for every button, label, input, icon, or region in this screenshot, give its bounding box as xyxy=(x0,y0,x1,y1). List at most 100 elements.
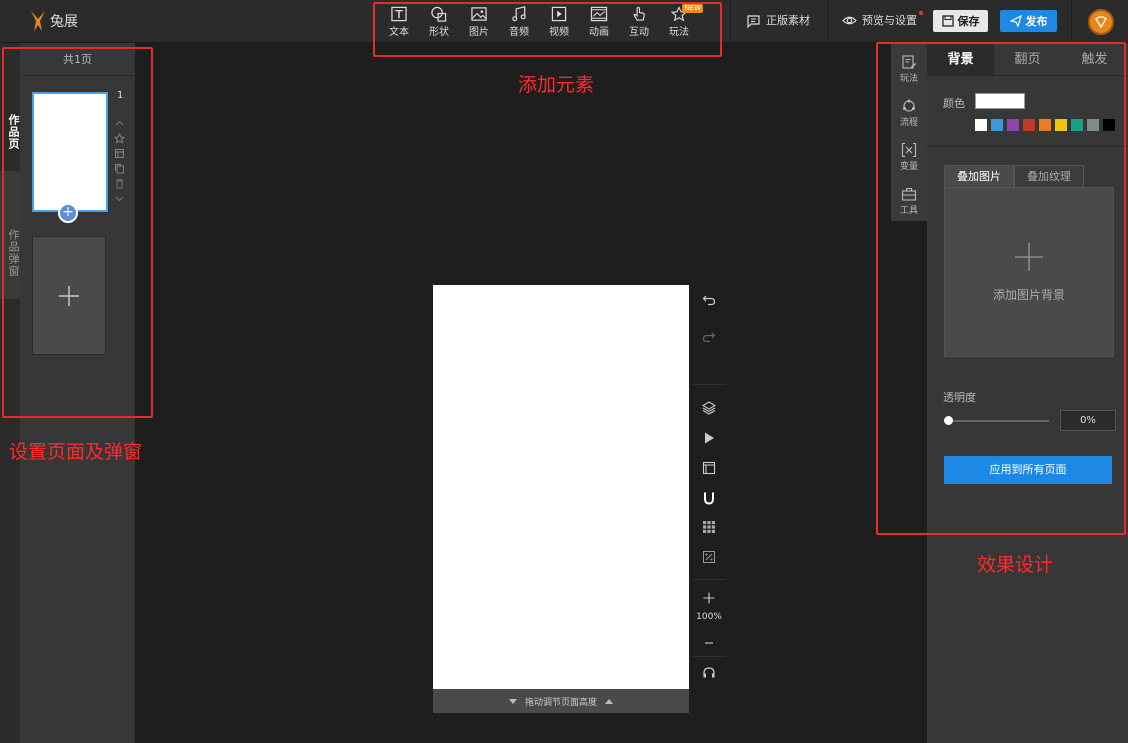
divider xyxy=(692,384,726,385)
apply-all-pages-button[interactable]: 应用到所有页面 xyxy=(944,456,1112,484)
tab-page-turn[interactable]: 翻页 xyxy=(994,43,1061,75)
flow-tool-label: 流程 xyxy=(899,118,918,128)
preview-settings-link[interactable]: 预览与设置 xyxy=(842,11,923,28)
zoom-out-button[interactable] xyxy=(698,632,720,654)
tab-pages[interactable]: 作品页 xyxy=(0,87,20,177)
tool-animation[interactable]: 动画 xyxy=(579,4,619,38)
trash-icon[interactable] xyxy=(114,178,125,189)
divider xyxy=(828,0,829,43)
minus-icon xyxy=(705,642,713,644)
undo-button[interactable] xyxy=(698,289,720,311)
color-swatch[interactable] xyxy=(1071,119,1083,131)
play-button[interactable] xyxy=(698,427,720,449)
tool-shape[interactable]: 形状 xyxy=(419,4,459,38)
redo-button[interactable] xyxy=(698,326,720,348)
new-badge: NEW xyxy=(682,4,703,13)
color-swatch[interactable] xyxy=(991,119,1003,131)
assets-icon xyxy=(747,14,760,28)
tool-interaction[interactable]: 互动 xyxy=(619,4,659,38)
magnet-button[interactable] xyxy=(698,487,720,509)
tool-text[interactable]: 文本 xyxy=(379,4,419,38)
app-logo[interactable]: 兔展 xyxy=(28,9,78,33)
move-down-icon[interactable] xyxy=(114,193,125,204)
tool-audio[interactable]: 音频 xyxy=(499,4,539,38)
tab-popups[interactable]: 作品弹窗 xyxy=(0,171,20,299)
color-swatch[interactable] xyxy=(1023,119,1035,131)
tab-background[interactable]: 背景 xyxy=(927,43,994,75)
pages-panel: 共1页 1 + xyxy=(20,43,135,743)
gameplay-tool-label: 玩法 xyxy=(899,74,918,84)
copy-icon[interactable] xyxy=(114,163,125,174)
frame-button[interactable] xyxy=(698,457,720,479)
star-icon[interactable] xyxy=(114,133,125,144)
tool-animation-label: 动画 xyxy=(589,27,609,38)
animation-icon xyxy=(590,6,608,22)
tab-overlay-texture[interactable]: 叠加纹理 xyxy=(1014,165,1084,187)
opacity-slider[interactable] xyxy=(946,420,1049,422)
video-icon xyxy=(551,6,567,22)
properties-tabs: 背景 翻页 触发 xyxy=(927,43,1128,76)
tool-image-label: 图片 xyxy=(469,27,489,38)
triangle-down-icon xyxy=(508,698,517,704)
add-page-button[interactable] xyxy=(32,236,106,355)
canvas-height-handle[interactable]: 拖动调节页面高度 xyxy=(433,689,689,713)
grid-icon xyxy=(703,521,715,533)
divider xyxy=(692,579,726,580)
tool-video-label: 视频 xyxy=(549,27,569,38)
variable-icon xyxy=(901,142,917,158)
divider xyxy=(692,656,726,657)
color-swatch[interactable] xyxy=(1055,119,1067,131)
save-label: 保存 xyxy=(957,15,980,28)
add-element-toolbar: 文本 形状 图片 音频 视频 动画 互动 玩法 NEW xyxy=(379,4,703,38)
tab-overlay-image[interactable]: 叠加图片 xyxy=(944,165,1014,187)
tool-video[interactable]: 视频 xyxy=(539,4,579,38)
page-canvas[interactable] xyxy=(433,285,689,689)
licensed-assets-link[interactable]: 正版素材 xyxy=(746,12,810,28)
layers-icon xyxy=(702,401,716,415)
insert-page-button[interactable]: + xyxy=(58,203,78,223)
color-swatch[interactable] xyxy=(1103,119,1115,131)
color-label: 颜色 xyxy=(943,97,965,110)
page-thumbnail[interactable] xyxy=(32,92,108,212)
flow-tool[interactable]: 流程 xyxy=(891,91,927,135)
layers-button[interactable] xyxy=(698,397,720,419)
background-subtabs: 叠加图片 叠加纹理 xyxy=(944,165,1084,187)
support-button[interactable] xyxy=(698,662,720,684)
color-swatch[interactable] xyxy=(1039,119,1051,131)
image-icon xyxy=(471,7,487,21)
tab-trigger[interactable]: 触发 xyxy=(1061,43,1128,75)
save-button[interactable]: 保存 xyxy=(933,10,988,32)
publish-label: 发布 xyxy=(1025,15,1048,28)
move-up-icon[interactable] xyxy=(114,118,125,129)
canvas-height-label: 拖动调节页面高度 xyxy=(524,697,597,708)
color-swatch[interactable] xyxy=(975,119,987,131)
variable-tool-label: 变量 xyxy=(899,162,918,172)
gameplay-tool[interactable]: 玩法 xyxy=(891,47,927,91)
publish-button[interactable]: 发布 xyxy=(1000,10,1057,32)
left-vertical-tabs: 作品页 作品弹窗 xyxy=(0,43,20,743)
zoom-in-button[interactable] xyxy=(698,587,720,609)
opacity-input[interactable]: 0% xyxy=(1060,410,1116,431)
add-background-image[interactable]: 添加图片背景 xyxy=(944,187,1114,357)
logo-text: 兔展 xyxy=(50,14,78,30)
opacity-slider-thumb[interactable] xyxy=(944,416,953,425)
tool-image[interactable]: 图片 xyxy=(459,4,499,38)
licensed-assets-label: 正版素材 xyxy=(766,14,810,27)
headset-icon xyxy=(703,667,715,678)
color-swatches xyxy=(975,119,1115,131)
percent-button[interactable] xyxy=(698,546,720,568)
color-swatch[interactable] xyxy=(1007,119,1019,131)
gameplay-edit-icon xyxy=(902,55,916,69)
grid-button[interactable] xyxy=(698,516,720,538)
tool-gameplay[interactable]: 玩法 NEW xyxy=(659,4,703,38)
user-avatar[interactable] xyxy=(1088,9,1114,35)
page-number: 1 xyxy=(117,90,124,101)
tools-tool[interactable]: 工具 xyxy=(891,179,927,223)
color-swatch[interactable] xyxy=(1087,119,1099,131)
plus-icon xyxy=(59,285,79,306)
color-picker[interactable] xyxy=(975,93,1025,109)
play-icon xyxy=(705,432,714,444)
notification-dot xyxy=(919,11,923,15)
page-settings-icon[interactable] xyxy=(114,148,125,159)
variable-tool[interactable]: 变量 xyxy=(891,135,927,179)
